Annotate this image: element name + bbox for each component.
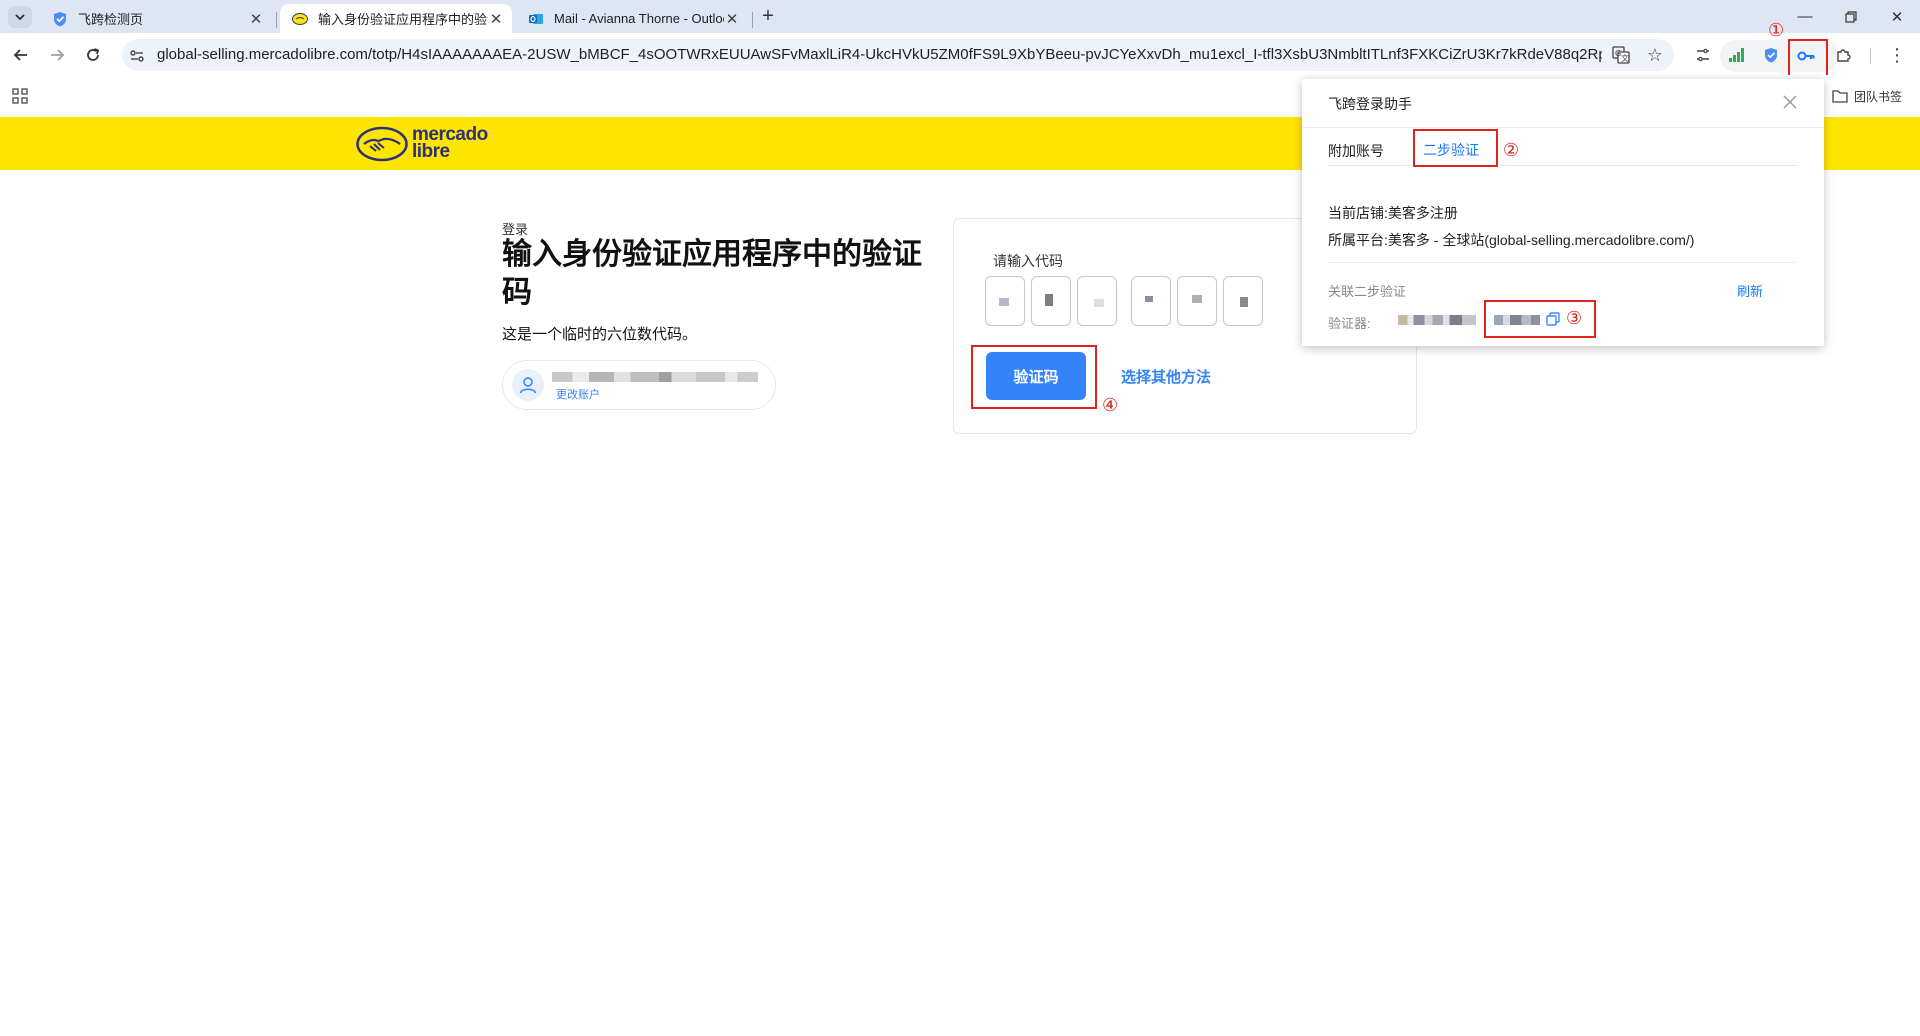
account-email-redacted: [552, 372, 758, 382]
page-subtitle: 这是一个临时的六位数代码。: [502, 326, 698, 343]
code-digit-2[interactable]: [1031, 276, 1071, 326]
apps-grid-icon[interactable]: [12, 88, 28, 104]
popup-title: 飞跨登录助手: [1328, 96, 1412, 112]
code-digit-5[interactable]: [1177, 276, 1217, 326]
site-info-icon[interactable]: [128, 47, 146, 65]
tab-verification[interactable]: 输入身份验证应用程序中的验证码 ✕: [280, 4, 512, 33]
platform-label: 所属平台:: [1328, 232, 1388, 248]
tab-mail[interactable]: Mail - Avianna Thorne - Outlook ✕: [516, 4, 748, 33]
annotation-step3: ③: [1566, 308, 1583, 328]
url-text[interactable]: global-selling.mercadolibre.com/totp/H4s…: [157, 46, 1602, 63]
shield-extension-icon[interactable]: [1758, 42, 1784, 68]
puzzle-extensions-icon[interactable]: [1830, 42, 1856, 68]
user-icon: [519, 377, 537, 394]
code-digit-1[interactable]: [985, 276, 1025, 326]
authenticator-label: 验证器:: [1328, 316, 1371, 331]
tab-search-button[interactable]: [8, 6, 32, 28]
popup-header-divider: [1302, 127, 1824, 128]
tabs-underline: [1328, 165, 1798, 166]
outlook-favicon-icon: [528, 11, 544, 27]
tab-title: 输入身份验证应用程序中的验证码: [318, 12, 488, 27]
twofa-section-label: 关联二步验证: [1328, 284, 1407, 299]
bookmark-folder-label: 团队书签: [1854, 89, 1903, 104]
platform-value: 美客多 - 全球站(global-selling.mercadolibre.co…: [1387, 232, 1695, 248]
other-method-link[interactable]: 选择其他方法: [1121, 366, 1211, 387]
code-digit-4[interactable]: [1131, 276, 1171, 326]
logo-text-line2: libre: [412, 141, 450, 162]
change-account-link[interactable]: 更改账户: [556, 386, 600, 402]
tab-detect-page[interactable]: 飞跨检测页 ✕: [40, 4, 272, 33]
tab-divider: [752, 12, 753, 28]
bookmark-folder-team[interactable]: 团队书签: [1832, 87, 1902, 105]
code-label: 请输入代码: [993, 253, 1063, 269]
store-row: 当前店铺:美客多注册: [1328, 203, 1458, 223]
tab-additional-accounts[interactable]: 附加账号: [1328, 141, 1384, 161]
code-digit-3[interactable]: [1077, 276, 1117, 326]
minimize-button[interactable]: —: [1782, 0, 1828, 33]
close-tab-icon[interactable]: ✕: [724, 11, 740, 28]
annotation-step2: ②: [1503, 140, 1520, 160]
shield-favicon-icon: [52, 11, 68, 27]
tab-title: Mail - Avianna Thorne - Outlook: [554, 11, 724, 26]
mercadolibre-logo[interactable]: mercado libre: [356, 124, 496, 164]
close-tab-icon[interactable]: ✕: [248, 11, 264, 28]
close-window-button[interactable]: ✕: [1874, 0, 1920, 33]
arrow-right-icon: [51, 49, 65, 61]
store-label: 当前店铺:: [1328, 205, 1388, 221]
popup-close-icon[interactable]: [1780, 92, 1800, 112]
restore-icon: [1845, 10, 1857, 23]
annotation-step4: ④: [1102, 395, 1119, 415]
reload-button[interactable]: [80, 42, 106, 68]
forward-button[interactable]: [44, 42, 70, 68]
handshake-logo-icon: [356, 126, 408, 162]
annotation-step1: ①: [1768, 20, 1785, 40]
platform-row: 所属平台:美客多 - 全球站(global-selling.mercadolib…: [1328, 230, 1694, 250]
customize-chrome-icon[interactable]: [1690, 42, 1716, 68]
authenticator-secret-redacted: [1398, 315, 1476, 325]
code-digit-6[interactable]: [1223, 276, 1263, 326]
page-title: 输入身份验证应用程序中的验证码: [502, 238, 922, 309]
translate-icon[interactable]: G文: [1608, 42, 1634, 68]
new-tab-button[interactable]: +: [756, 4, 780, 28]
refresh-link[interactable]: 刷新: [1737, 281, 1763, 300]
arrow-left-icon: [13, 49, 27, 61]
chevron-down-icon: [15, 14, 25, 21]
signal-bars-icon[interactable]: [1724, 42, 1750, 68]
menu-icon[interactable]: ⋮: [1884, 42, 1910, 68]
restore-button[interactable]: [1828, 0, 1874, 33]
close-tab-icon[interactable]: ✕: [488, 11, 504, 28]
tab-divider: [276, 12, 277, 28]
tab-title: 飞跨检测页: [78, 12, 144, 27]
annotation-box-step4: [971, 345, 1097, 409]
reload-icon: [87, 48, 100, 61]
back-button[interactable]: [8, 42, 34, 68]
avatar: [512, 369, 544, 401]
store-value: 美客多注册: [1387, 205, 1458, 221]
annotation-box-step1: [1788, 39, 1828, 77]
annotation-box-step2: [1413, 129, 1498, 167]
toolbar-divider: [1870, 48, 1871, 64]
svg-text:文: 文: [1621, 53, 1629, 63]
bookmark-star-icon[interactable]: ☆: [1642, 42, 1668, 68]
section-divider: [1328, 262, 1798, 263]
mercadolibre-favicon-icon: [292, 11, 308, 27]
folder-icon: [1832, 90, 1848, 103]
